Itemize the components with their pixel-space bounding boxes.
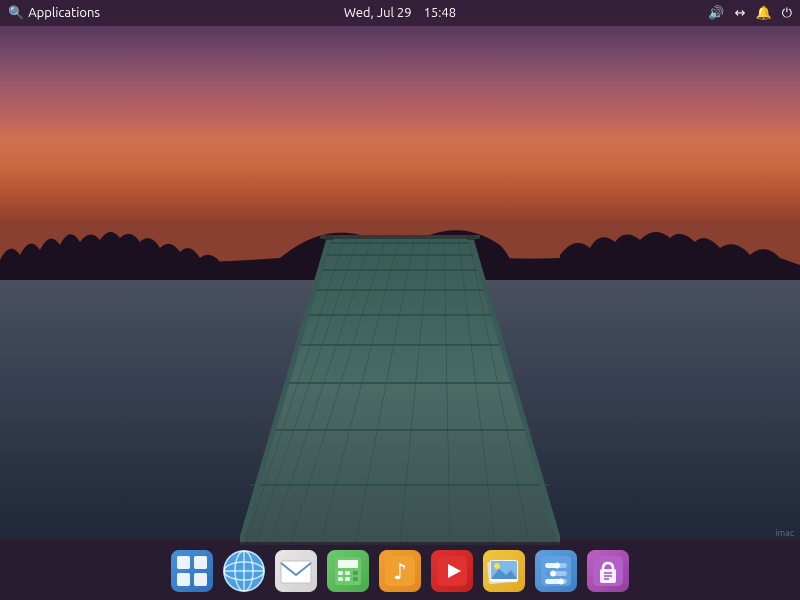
search-icon[interactable]: 🔍 bbox=[8, 6, 24, 21]
dock-item-video[interactable] bbox=[428, 547, 476, 595]
menubar: 🔍 Applications Wed, Jul 29 15:48 🔊 ↔ 🔔 ⏻ bbox=[0, 0, 800, 26]
power-icon[interactable]: ⏻ bbox=[782, 6, 792, 21]
network-icon[interactable]: ↔ bbox=[735, 6, 746, 21]
dock-item-photos[interactable] bbox=[480, 547, 528, 595]
svg-text:♪: ♪ bbox=[393, 559, 407, 584]
desktop: imac 🔍 Applications Wed, Jul 29 15:48 🔊 … bbox=[0, 0, 800, 600]
notification-icon[interactable]: 🔔 bbox=[756, 6, 772, 21]
dock-item-calculator[interactable] bbox=[324, 547, 372, 595]
watermark: imac bbox=[775, 528, 794, 538]
pier bbox=[240, 235, 560, 545]
menubar-left: 🔍 Applications bbox=[8, 6, 100, 21]
dock-item-music[interactable]: ♪ bbox=[376, 547, 424, 595]
applications-label[interactable]: Applications bbox=[28, 6, 100, 20]
dock-item-settings[interactable] bbox=[532, 547, 580, 595]
dock-item-workspaces[interactable] bbox=[168, 547, 216, 595]
date-display: Wed, Jul 29 bbox=[344, 6, 412, 20]
time-display: 15:48 bbox=[424, 6, 457, 20]
dock-item-mail[interactable] bbox=[272, 547, 320, 595]
dock-item-web-browser[interactable] bbox=[220, 547, 268, 595]
volume-icon[interactable]: 🔊 bbox=[708, 6, 724, 21]
dock-item-app-store[interactable] bbox=[584, 547, 632, 595]
menubar-center: Wed, Jul 29 15:48 bbox=[344, 6, 456, 20]
menubar-right: 🔊 ↔ 🔔 ⏻ bbox=[708, 6, 792, 21]
taskbar: ♪ bbox=[0, 542, 800, 600]
